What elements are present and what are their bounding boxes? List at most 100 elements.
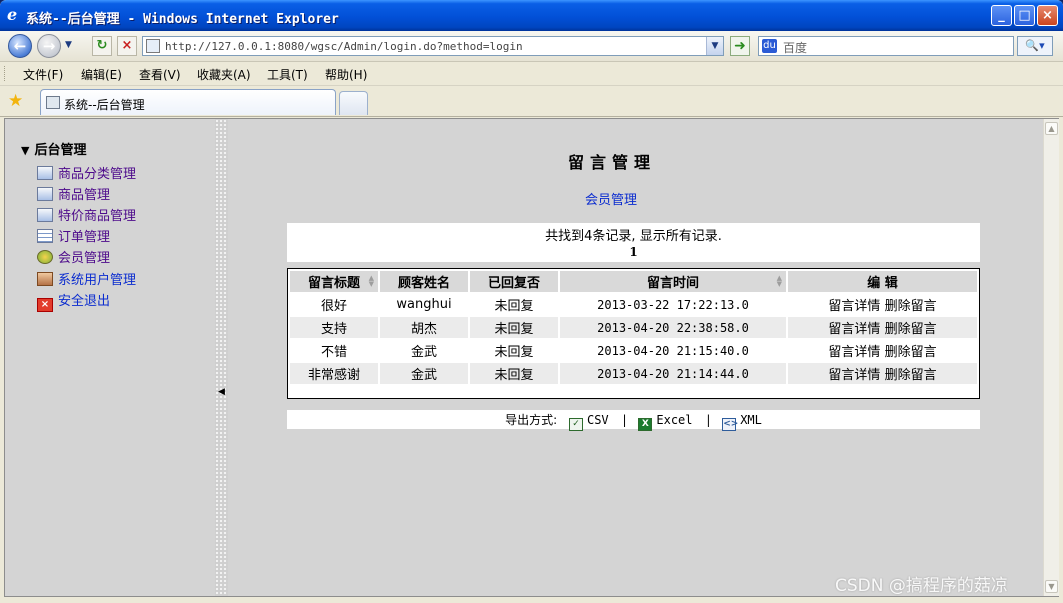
cell-time: 2013-04-20 21:15:40.0 xyxy=(597,343,749,358)
baidu-icon: du xyxy=(762,39,777,53)
export-xml-link[interactable]: XML xyxy=(740,413,762,427)
sidebar: ▼ 后台管理 商品分类管理 商品管理 特价商品管理 订单管理 会员管理 系统用户管… xyxy=(5,119,215,596)
maximize-button[interactable]: □ xyxy=(1014,5,1035,26)
record-count-text: 共找到4条记录, 显示所有记录. xyxy=(545,229,722,244)
cell-title: 不错 xyxy=(320,345,347,360)
detail-link[interactable]: 留言详情 xyxy=(828,299,880,314)
category-icon xyxy=(37,166,53,180)
cell-replied: 未回复 xyxy=(494,345,534,360)
cell-customer: 胡杰 xyxy=(380,317,468,338)
sidebar-item-label: 系统用户管理 xyxy=(58,273,137,288)
product-icon xyxy=(37,187,53,201)
refresh-button[interactable]: ↻ xyxy=(92,36,112,56)
sidebar-item-products[interactable]: 商品管理 xyxy=(37,184,110,203)
menu-help[interactable]: 帮助(H) xyxy=(325,66,367,83)
menu-bar: 文件(F) 编辑(E) 查看(V) 收藏夹(A) 工具(T) 帮助(H) xyxy=(0,62,1063,86)
table-row: 支持 胡杰 未回复 2013-04-20 22:38:58.0 留言详情 删除留… xyxy=(290,317,977,338)
column-header-customer[interactable]: 顾客姓名 xyxy=(380,271,468,292)
vertical-scrollbar[interactable]: ▲ ▼ xyxy=(1043,119,1059,596)
search-box[interactable]: du 百度 xyxy=(758,36,1014,56)
address-dropdown-icon[interactable]: ▼ xyxy=(706,37,723,55)
menu-view[interactable]: 查看(V) xyxy=(139,66,181,83)
column-header-title[interactable]: 留言标题 ▲ ▼ xyxy=(290,271,378,292)
ie-logo-icon: e xyxy=(7,5,18,24)
sidebar-item-system-users[interactable]: 系统用户管理 xyxy=(37,269,136,288)
cell-title: 非常感谢 xyxy=(290,363,378,384)
page-number[interactable]: 1 xyxy=(287,245,980,259)
sidebar-item-logout[interactable]: × 安全退出 xyxy=(37,290,110,312)
page-icon xyxy=(46,96,60,109)
orders-icon xyxy=(37,229,53,243)
toolbar-grip xyxy=(4,66,8,81)
delete-link[interactable]: 删除留言 xyxy=(885,345,937,360)
go-button[interactable]: ➜ xyxy=(730,36,750,56)
collapse-left-icon[interactable]: ◀ xyxy=(218,387,225,397)
sidebar-item-label: 特价商品管理 xyxy=(58,209,137,224)
menu-favorites[interactable]: 收藏夹(A) xyxy=(197,66,251,83)
detail-link[interactable]: 留言详情 xyxy=(828,345,880,360)
detail-link[interactable]: 留言详情 xyxy=(828,368,880,383)
sidebar-item-category[interactable]: 商品分类管理 xyxy=(37,163,136,182)
export-label: 导出方式: xyxy=(505,413,558,427)
new-tab-button[interactable] xyxy=(339,91,368,115)
tree-root-label: 后台管理 xyxy=(34,143,87,158)
address-text[interactable]: http://127.0.0.1:8080/wgsc/Admin/login.d… xyxy=(165,40,523,53)
detail-link[interactable]: 留言详情 xyxy=(828,322,880,337)
sort-icon[interactable]: ▲ ▼ xyxy=(369,275,374,288)
special-product-icon xyxy=(37,208,53,222)
column-header-replied[interactable]: 已回复否 xyxy=(470,271,558,292)
sidebar-item-orders[interactable]: 订单管理 xyxy=(37,226,110,245)
sort-icon[interactable]: ▲ ▼ xyxy=(777,275,782,288)
table-row: 不错 金武 未回复 2013-04-20 21:15:40.0 留言详情 删除留… xyxy=(290,340,977,361)
menu-tools[interactable]: 工具(T) xyxy=(267,66,308,83)
member-icon xyxy=(37,250,53,264)
cell-customer: 金武 xyxy=(380,363,468,384)
minimize-button[interactable]: _ xyxy=(991,5,1012,26)
forward-button[interactable]: → xyxy=(37,34,61,58)
sidebar-item-special-products[interactable]: 特价商品管理 xyxy=(37,205,136,224)
menu-edit[interactable]: 编辑(E) xyxy=(81,66,122,83)
cell-title: 很好 xyxy=(320,299,347,314)
export-excel-link[interactable]: Excel xyxy=(656,413,692,427)
delete-link[interactable]: 删除留言 xyxy=(885,299,937,314)
sidebar-item-label: 安全退出 xyxy=(58,294,111,309)
close-button[interactable]: × xyxy=(1037,5,1058,26)
separator: | xyxy=(622,413,627,427)
delete-link[interactable]: 删除留言 xyxy=(885,368,937,383)
page-title: 留言管理 xyxy=(568,153,657,172)
cell-replied: 未回复 xyxy=(470,317,558,338)
export-csv-link[interactable]: CSV xyxy=(587,413,609,427)
watermark: CSDN @搞程序的菇凉 xyxy=(835,576,1008,596)
scroll-down-icon[interactable]: ▼ xyxy=(1045,580,1058,593)
history-dropdown-icon[interactable]: ▼ xyxy=(65,40,72,50)
menu-file[interactable]: 文件(F) xyxy=(23,66,63,83)
cell-customer: wanghui xyxy=(396,297,452,312)
csv-icon[interactable]: ✓ xyxy=(568,418,583,431)
favorites-star-icon[interactable]: ★ xyxy=(8,91,23,111)
window-title: 系统--后台管理 - Windows Internet Explorer xyxy=(26,12,339,27)
xml-icon[interactable]: <> xyxy=(722,418,738,431)
scroll-up-icon[interactable]: ▲ xyxy=(1045,122,1058,135)
exit-icon: × xyxy=(37,298,53,312)
address-bar[interactable]: http://127.0.0.1:8080/wgsc/Admin/login.d… xyxy=(142,36,724,56)
back-button[interactable]: ← xyxy=(8,34,32,58)
message-table: 留言标题 ▲ ▼ 顾客姓名 已回复否 留言时间 ▲ ▼ 编 辑 很好 wanghui 未… xyxy=(287,268,980,399)
member-management-link[interactable]: 会员管理 xyxy=(585,189,637,208)
column-header-time[interactable]: 留言时间 ▲ ▼ xyxy=(560,271,786,292)
tab-admin[interactable]: 系统--后台管理 xyxy=(40,89,336,115)
search-button[interactable]: 🔍▾ xyxy=(1017,36,1053,56)
page-content: ▼ 后台管理 商品分类管理 商品管理 特价商品管理 订单管理 会员管理 系统用户管… xyxy=(4,118,1059,597)
search-placeholder[interactable]: 百度 xyxy=(783,39,807,56)
frame-splitter[interactable]: ◀ xyxy=(215,119,228,596)
record-summary: 共找到4条记录, 显示所有记录. 1 xyxy=(287,223,980,262)
cell-customer: 金武 xyxy=(410,345,437,360)
column-header-edit: 编 辑 xyxy=(788,271,977,292)
stop-button[interactable]: × xyxy=(117,36,137,56)
sidebar-item-label: 会员管理 xyxy=(58,251,111,266)
sidebar-item-label: 商品分类管理 xyxy=(58,167,137,182)
sidebar-item-members[interactable]: 会员管理 xyxy=(37,247,110,266)
cell-actions: 留言详情 删除留言 xyxy=(788,340,977,361)
excel-icon[interactable]: X xyxy=(638,418,653,431)
tree-root[interactable]: ▼ 后台管理 xyxy=(21,139,86,158)
delete-link[interactable]: 删除留言 xyxy=(885,322,937,337)
